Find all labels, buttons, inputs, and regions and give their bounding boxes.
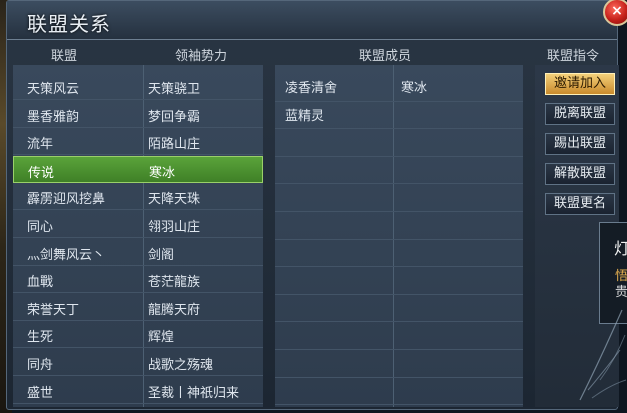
alliance-name: 血戰 (27, 275, 54, 291)
alliance-row[interactable]: 生死 辉煌 (13, 321, 263, 349)
row-divider (13, 402, 263, 404)
alliance-name: 生死 (27, 330, 54, 346)
header-alliance: 联盟 (51, 49, 78, 64)
alliance-row[interactable]: 天策风云 天策骁卫 (13, 73, 263, 100)
leader-name: 龍腾天府 (148, 302, 201, 318)
row-divider (275, 349, 523, 350)
leader-name: 苍茫龍族 (148, 275, 201, 291)
leader-name: 圣裁丨神祇归来 (148, 385, 240, 401)
alliance-name: 盛世 (27, 385, 54, 401)
window-title: 联盟关系 (27, 12, 111, 36)
header-leader: 领袖势力 (175, 49, 228, 64)
alliance-name: 荣誉天丁 (27, 302, 80, 318)
leader-name: 翎羽山庄 (148, 220, 201, 235)
alliance-name: 灬剑舞风云丶 (27, 247, 106, 263)
member-name[interactable]: 蓝精灵 (285, 105, 324, 124)
leader-name: 剑阁 (148, 247, 175, 263)
command-button[interactable]: 邀请加入 (545, 73, 615, 95)
row-divider (275, 211, 523, 212)
member-list[interactable]: 凌香清舍 寒冰蓝精灵 (275, 65, 523, 407)
alliance-row[interactable]: 灬剑舞风云丶 剑阁 (13, 239, 263, 266)
alliance-window: 联盟关系 联盟 领袖势力 联盟成员 联盟指令 天策风云 天策骁卫墨香雅韵 梦回争霸流… (6, 0, 619, 410)
alliance-name: 同心 (27, 220, 54, 235)
alliance-name: 同舟 (27, 358, 54, 373)
alliance-row[interactable]: 流年 陌路山庄 (13, 128, 263, 156)
leader-name: 陌路山庄 (148, 137, 201, 153)
alliance-row[interactable]: 荣誉天丁 龍腾天府 (13, 294, 263, 321)
title-bar[interactable]: 联盟关系 (7, 1, 617, 40)
command-button[interactable]: 联盟更名 (545, 193, 615, 215)
row-divider (275, 155, 523, 157)
row-divider (275, 404, 523, 406)
leaf-decoration (579, 309, 627, 401)
alliance-row[interactable]: 血戰 苍茫龍族 (13, 266, 263, 294)
alliance-row[interactable]: 墨香雅韵 梦回争霸 (13, 101, 263, 128)
row-divider (275, 376, 523, 378)
row-divider (275, 321, 523, 323)
row-divider (275, 128, 523, 130)
alliance-name: 传说 (28, 165, 55, 181)
alliance-name: 霹雳迎风挖鼻 (27, 192, 106, 208)
row-divider (275, 293, 523, 295)
alliance-row[interactable]: 传说 寒冰 (13, 155, 263, 183)
leader-name: 梦回争霸 (148, 109, 201, 125)
alliance-name: 天策风云 (27, 82, 80, 97)
alliance-row[interactable]: 同心 翎羽山庄 (13, 211, 263, 238)
leader-name: 天策骁卫 (148, 82, 201, 97)
side-text-1: 灯 (614, 239, 627, 258)
row-divider (275, 100, 523, 102)
leader-name: 寒冰 (149, 165, 176, 181)
header-commands: 联盟指令 (547, 49, 600, 64)
leader-name: 战歌之殇魂 (148, 358, 214, 373)
alliance-row[interactable]: 霹雳迎风挖鼻 天降天珠 (13, 183, 263, 211)
alliance-name: 墨香雅韵 (27, 109, 80, 125)
command-button[interactable]: 脱离联盟 (545, 103, 615, 125)
alliance-row[interactable]: 同舟 战歌之殇魂 (13, 349, 263, 376)
column-divider (393, 65, 394, 407)
alliance-list[interactable]: 天策风云 天策骁卫墨香雅韵 梦回争霸流年 陌路山庄传说 寒冰霹雳迎风挖鼻 天降天珠同心 翎羽… (13, 65, 263, 407)
close-button[interactable]: × (603, 0, 627, 26)
alliance-row[interactable]: 盛世 圣裁丨神祇归来 (13, 377, 263, 404)
row-divider (275, 183, 523, 185)
command-button[interactable]: 解散联盟 (545, 163, 615, 185)
member-name[interactable]: 寒冰 (401, 77, 427, 96)
row-divider (275, 266, 523, 268)
header-members: 联盟成员 (359, 49, 412, 64)
alliance-name: 流年 (27, 137, 54, 153)
row-divider (275, 238, 523, 240)
command-button[interactable]: 踢出联盟 (545, 133, 615, 155)
leader-name: 天降天珠 (148, 192, 201, 208)
leader-name: 辉煌 (148, 330, 175, 346)
member-name[interactable]: 凌香清舍 (285, 77, 337, 96)
